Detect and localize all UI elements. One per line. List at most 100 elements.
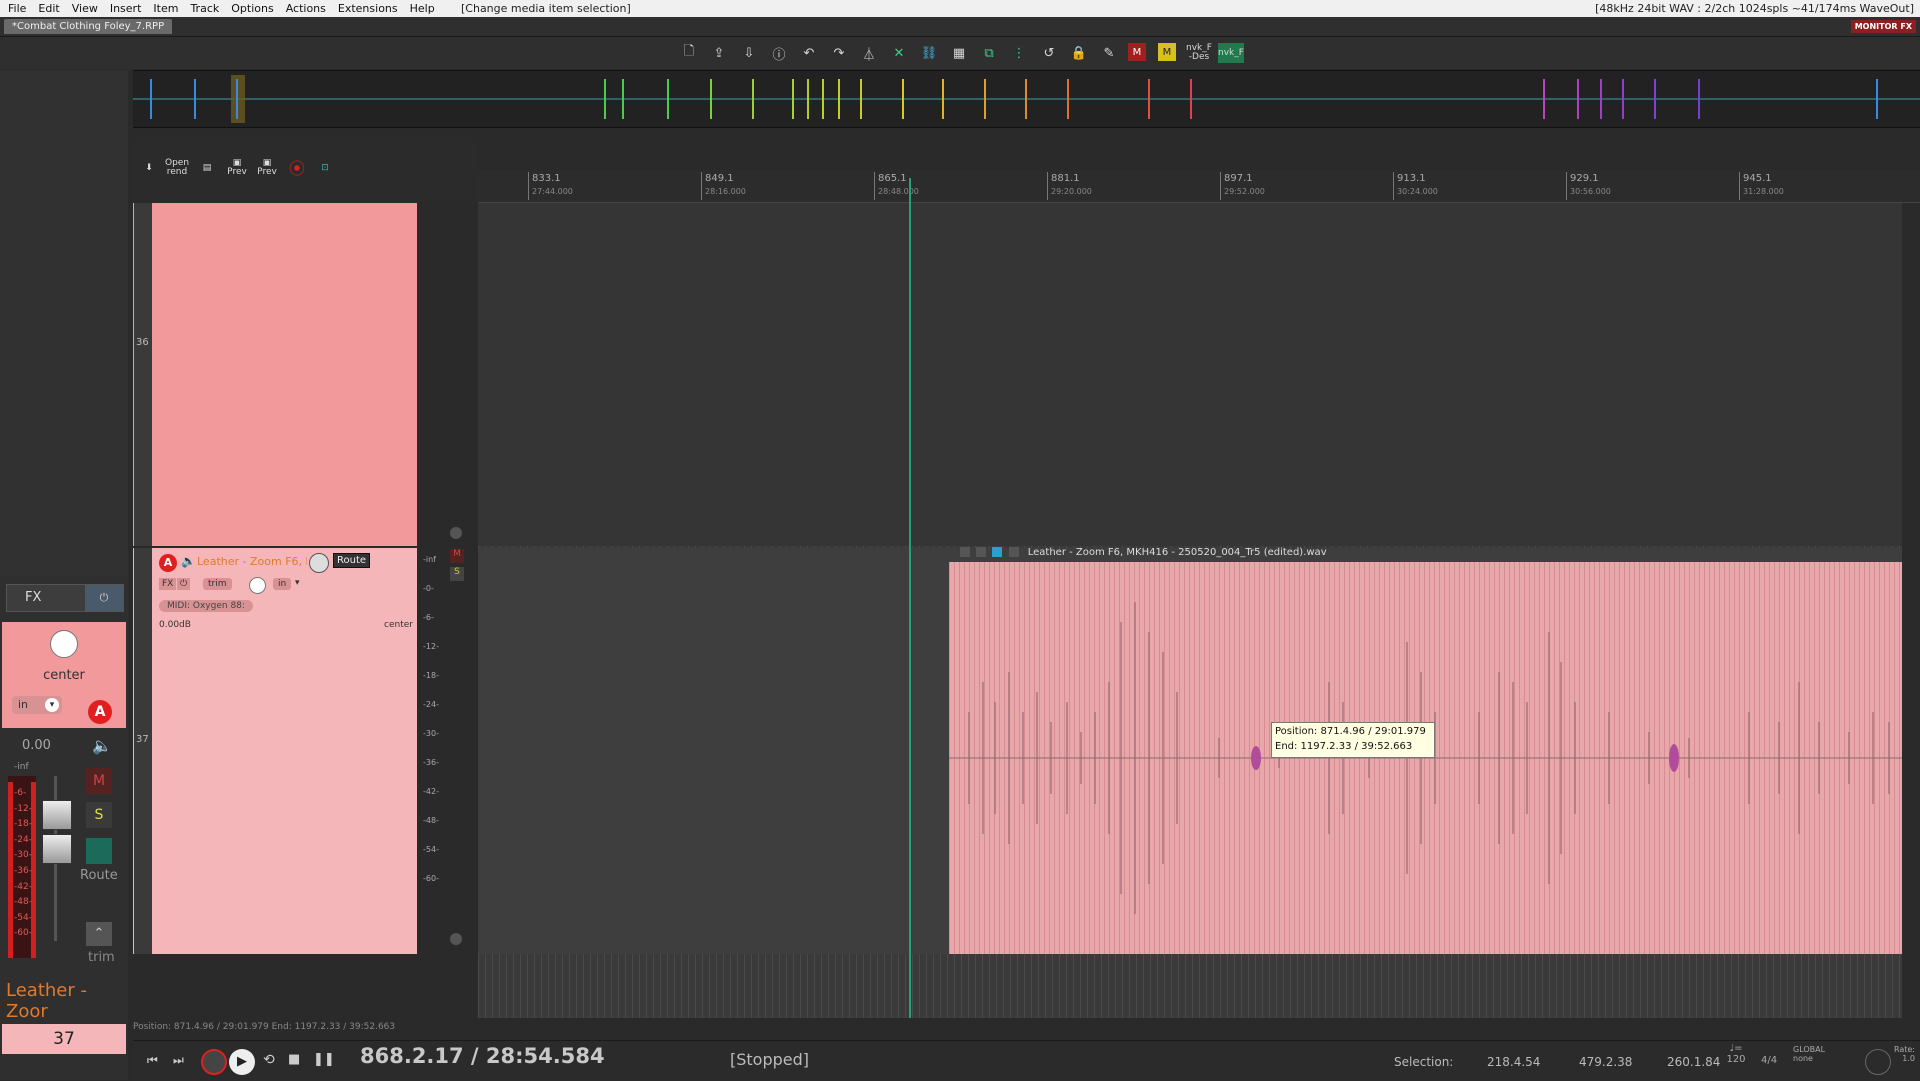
- stop-button[interactable]: ■: [288, 1052, 300, 1067]
- record-icon[interactable]: ⦿: [285, 156, 309, 180]
- selection-start[interactable]: 218.4.54: [1487, 1055, 1540, 1069]
- fx-bypass-icon[interactable]: ⏻: [85, 585, 123, 611]
- mute-button[interactable]: M: [450, 549, 464, 563]
- menu-extensions[interactable]: Extensions: [332, 0, 404, 17]
- track-number-37[interactable]: 37: [134, 548, 152, 954]
- open-project-icon[interactable]: ⇪: [708, 43, 730, 63]
- mixer-fx-slot[interactable]: FX ⏻: [6, 584, 124, 612]
- metronome-icon[interactable]: ⏃: [858, 43, 880, 63]
- menu-track[interactable]: Track: [184, 0, 225, 17]
- track-name[interactable]: Leather - Zoom F6, MKH4: [197, 555, 307, 568]
- marker-m-icon[interactable]: M: [1128, 43, 1146, 61]
- nvk-button[interactable]: nvk_F: [1218, 43, 1244, 63]
- mixer-pan-knob[interactable]: [50, 630, 78, 658]
- arrange-overview[interactable]: [133, 70, 1920, 128]
- item-info-icon[interactable]: [992, 547, 1003, 557]
- trim-button[interactable]: trim: [203, 578, 232, 590]
- mixer-track-name[interactable]: Leather - Zoor: [6, 980, 126, 1022]
- preview-button-2[interactable]: ▣ Prev: [255, 156, 279, 180]
- render-stems-icon[interactable]: ⊡: [313, 156, 337, 180]
- record-button[interactable]: [201, 1049, 227, 1075]
- transport-time-display[interactable]: 868.2.17 / 28:54.584: [360, 1044, 605, 1068]
- mixer-input-dropdown-icon[interactable]: ▾: [45, 698, 59, 712]
- nvk-designer-button[interactable]: nvk_F -Des: [1184, 43, 1214, 63]
- play-button[interactable]: ▶: [229, 1049, 255, 1075]
- mixer-mute-button[interactable]: M: [86, 768, 112, 794]
- mixer-route-icon[interactable]: [86, 838, 112, 864]
- open-render-button[interactable]: Open rend: [165, 156, 189, 180]
- import-icon[interactable]: ⬇: [137, 156, 161, 180]
- go-to-end-icon[interactable]: ⏭: [173, 1053, 184, 1068]
- track-panel-37[interactable]: A 🔈 Leather - Zoom F6, MKH4 Route FX ⏻ t…: [133, 548, 417, 954]
- auto-crossfade-icon[interactable]: ✕: [888, 43, 910, 63]
- mixer-trim-label[interactable]: trim: [88, 950, 115, 965]
- phase-icon[interactable]: [450, 527, 462, 539]
- audio-device-info[interactable]: [48kHz 24bit WAV : 2/2ch 1024spls ~41/17…: [1595, 0, 1914, 17]
- grid-lines-icon[interactable]: ⋮: [1008, 43, 1030, 63]
- undo-icon[interactable]: ↶: [798, 43, 820, 63]
- monitor-fx-button[interactable]: MONITOR FX: [1850, 20, 1916, 33]
- mixer-volume-fader[interactable]: [42, 800, 72, 830]
- mixer-solo-button[interactable]: S: [86, 802, 112, 828]
- record-arm-button[interactable]: A: [159, 554, 177, 572]
- track-number-36[interactable]: 36: [134, 203, 152, 546]
- speaker-icon[interactable]: 🔈: [181, 554, 196, 568]
- ripple-edit-icon[interactable]: ↺: [1038, 43, 1060, 63]
- selection-end[interactable]: 479.2.38: [1579, 1055, 1632, 1069]
- input-button[interactable]: in: [273, 578, 292, 590]
- tempo-display[interactable]: ♩= 120: [1713, 1043, 1759, 1065]
- input-dropdown-icon[interactable]: ▾: [295, 578, 300, 588]
- new-project-icon[interactable]: 🗋: [678, 43, 700, 63]
- envelope-icon[interactable]: ✎: [1098, 43, 1120, 63]
- redo-icon[interactable]: ↷: [828, 43, 850, 63]
- timeline-ruler[interactable]: 833.1 27:44.000 849.1 28:16.000 865.1 28:48…: [478, 170, 1920, 203]
- snap-icon[interactable]: ⧉: [978, 43, 1000, 63]
- mixer-route-label[interactable]: Route: [80, 868, 118, 883]
- media-item-header[interactable]: Leather - Zoom F6, MKH416 - 250520_004_T…: [960, 546, 1860, 560]
- item-fx-icon[interactable]: [1008, 547, 1019, 557]
- playrate-display[interactable]: Rate: 1.0: [1885, 1045, 1915, 1063]
- fx-button[interactable]: FX: [159, 578, 177, 590]
- track-lane-36[interactable]: [478, 203, 1902, 546]
- project-tab[interactable]: *Combat Clothing Foley_7.RPP: [4, 19, 173, 34]
- item-grouping-icon[interactable]: ⛓: [918, 43, 940, 63]
- mixer-record-arm-button[interactable]: A: [88, 700, 112, 724]
- midi-input-selector[interactable]: MIDI: Oxygen 88:: [159, 600, 253, 612]
- media-item[interactable]: [949, 562, 1902, 954]
- pan-knob[interactable]: [249, 577, 266, 594]
- lock-icon[interactable]: 🔒: [1068, 43, 1090, 63]
- script-icon[interactable]: M: [1158, 43, 1176, 61]
- mixer-input-button[interactable]: in ▾: [12, 696, 62, 714]
- menu-edit[interactable]: Edit: [32, 0, 65, 17]
- mixer-trim-icon[interactable]: ⌃: [86, 922, 112, 946]
- project-settings-icon[interactable]: ⓘ: [768, 43, 790, 63]
- menu-file[interactable]: File: [2, 0, 32, 17]
- solo-button[interactable]: S: [450, 567, 464, 581]
- preview-button-1[interactable]: ▣ Prev: [225, 156, 249, 180]
- menu-view[interactable]: View: [66, 0, 104, 17]
- save-project-icon[interactable]: ⇩: [738, 43, 760, 63]
- menu-actions[interactable]: Actions: [280, 0, 332, 17]
- menu-options[interactable]: Options: [225, 0, 279, 17]
- route-button[interactable]: Route: [333, 553, 371, 568]
- fx-power-icon[interactable]: ⏻: [177, 578, 191, 590]
- phase-icon[interactable]: [450, 933, 462, 945]
- menu-insert[interactable]: Insert: [104, 0, 148, 17]
- mixer-mute-speaker-icon[interactable]: 🔈: [92, 736, 112, 755]
- render-queue-icon[interactable]: ▤: [195, 156, 219, 180]
- grid-icon[interactable]: ▦: [948, 43, 970, 63]
- mixer-volume-fader-2[interactable]: [42, 834, 72, 864]
- item-mute-icon[interactable]: [976, 547, 987, 557]
- item-lock-icon[interactable]: [960, 547, 970, 557]
- global-automation[interactable]: GLOBAL none: [1793, 1045, 1849, 1063]
- go-to-start-icon[interactable]: ⏮: [147, 1053, 158, 1068]
- play-cursor[interactable]: [909, 178, 911, 1018]
- pause-button[interactable]: ❚❚: [313, 1052, 335, 1067]
- repeat-icon[interactable]: ⟲: [263, 1052, 275, 1068]
- track-panel-36[interactable]: [133, 203, 417, 546]
- volume-knob[interactable]: [309, 553, 329, 573]
- mixer-track-number[interactable]: 37: [2, 1024, 126, 1054]
- menu-help[interactable]: Help: [404, 0, 441, 17]
- menu-item[interactable]: Item: [147, 0, 184, 17]
- time-signature[interactable]: 4/4: [1761, 1055, 1777, 1066]
